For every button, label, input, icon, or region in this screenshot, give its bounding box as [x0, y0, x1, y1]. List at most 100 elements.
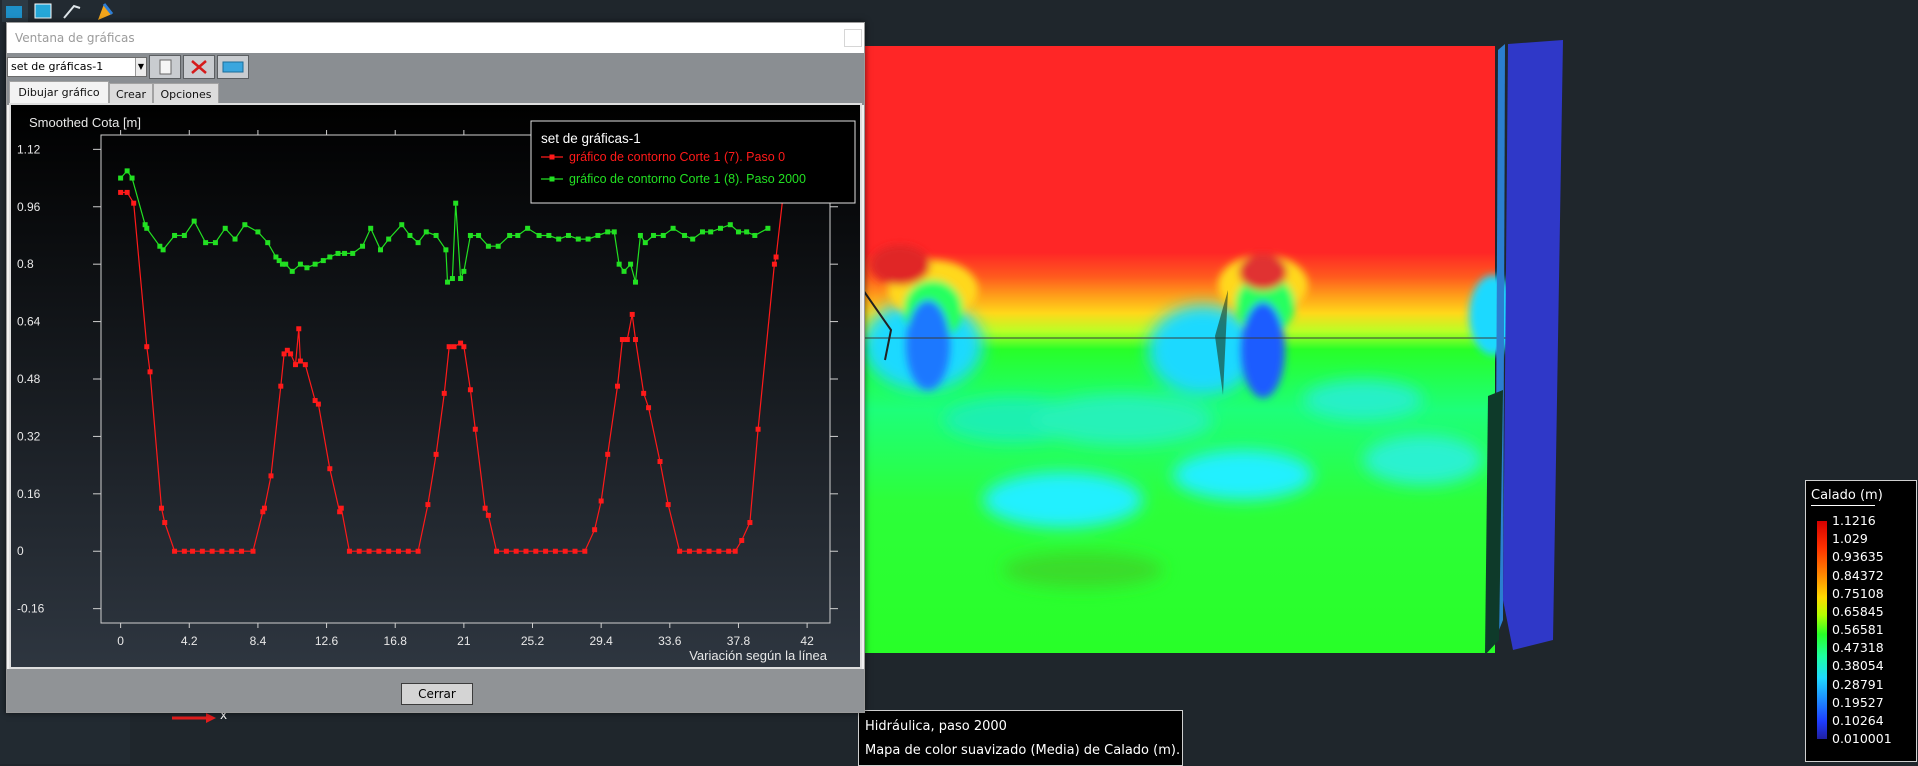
x-tick-label: 16.8 — [384, 634, 408, 648]
legend-tick-label: 0.56581 — [1832, 622, 1884, 637]
rename-set-button[interactable] — [217, 55, 249, 79]
data-point — [449, 276, 455, 282]
contour-surface — [863, 46, 1558, 653]
data-point — [755, 426, 761, 432]
data-point — [376, 548, 382, 554]
graph-set-selector-value: set de gráficas-1 — [11, 60, 104, 73]
data-point — [289, 268, 295, 274]
data-point — [288, 351, 294, 357]
pick-tool-icon[interactable] — [60, 0, 86, 22]
data-point — [118, 189, 124, 195]
data-point — [629, 311, 635, 317]
data-point — [338, 505, 344, 511]
data-point — [144, 344, 150, 350]
data-point — [503, 548, 509, 554]
data-point — [181, 232, 187, 238]
legend-title-underline — [1811, 505, 1875, 506]
data-point — [445, 279, 451, 285]
data-point — [124, 168, 130, 174]
select-tool-icon[interactable] — [2, 0, 28, 22]
chevron-down-icon[interactable]: ▼ — [135, 58, 146, 76]
data-point — [265, 240, 271, 246]
line-chart[interactable]: 0 4.2 8.4 12.6 16.8 21 25.2 29.4 33.6 37.8 42 1.12 0… — [11, 105, 860, 667]
data-point — [525, 225, 531, 231]
legend-entry: gráfico de contorno Corte 1 (8). Paso 20… — [569, 172, 806, 186]
data-point — [616, 261, 622, 267]
data-point — [461, 344, 467, 350]
y-tick-label: 0.8 — [17, 257, 34, 271]
data-point — [552, 548, 558, 554]
data-point — [229, 548, 235, 554]
data-point — [451, 344, 457, 350]
legend-tick-label: 0.10264 — [1832, 712, 1884, 728]
graph-window[interactable]: Ventana de gráficas set de gráficas-1 ▼ … — [6, 22, 865, 713]
window-title: Ventana de gráficas — [15, 31, 135, 45]
data-point — [575, 236, 581, 242]
data-point — [415, 548, 421, 554]
data-point — [433, 232, 439, 238]
data-point — [686, 548, 692, 554]
data-point — [771, 261, 777, 267]
paint-tool-icon[interactable] — [92, 0, 118, 22]
data-point — [255, 229, 261, 235]
legend-title: Calado (m) — [1811, 488, 1883, 503]
x-tick-label: 21 — [457, 634, 471, 648]
data-point — [124, 189, 130, 195]
contour-map-viewport[interactable] — [863, 0, 1918, 764]
legend-tick-label: 1.1216 — [1832, 513, 1876, 528]
data-point — [342, 250, 348, 256]
legend-tick-label: 0.010001 — [1832, 731, 1892, 746]
data-point — [222, 225, 228, 231]
data-point — [443, 247, 449, 253]
delete-set-button[interactable] — [183, 55, 215, 79]
data-point — [441, 390, 447, 396]
data-point — [598, 498, 604, 504]
data-point — [605, 451, 611, 457]
y-tick-label: 0 — [17, 544, 24, 558]
data-point — [700, 229, 706, 235]
data-point — [752, 232, 758, 238]
x-tick-label: 0 — [117, 634, 124, 648]
data-point — [181, 548, 187, 554]
legend-tick-label: 1.029 — [1832, 531, 1868, 547]
data-point — [665, 502, 671, 508]
data-point — [405, 548, 411, 554]
data-point — [632, 279, 638, 285]
window-titlebar[interactable] — [7, 23, 864, 53]
data-point — [682, 232, 688, 238]
data-point — [320, 258, 326, 264]
data-point — [297, 261, 303, 267]
close-button[interactable]: Cerrar — [401, 683, 473, 705]
data-point — [425, 502, 431, 508]
data-point — [423, 229, 429, 235]
y-tick-label: 0.96 — [17, 200, 41, 214]
legend-tick-label: 0.84372 — [1832, 567, 1884, 583]
data-point — [641, 390, 647, 396]
data-point — [611, 229, 617, 235]
new-set-button[interactable] — [149, 55, 181, 79]
graph-set-selector[interactable]: set de gráficas-1 ▼ — [7, 57, 147, 77]
chart-legend-title: set de gráficas-1 — [541, 131, 641, 146]
data-point — [507, 232, 513, 238]
x-tick-label: 12.6 — [315, 634, 339, 648]
data-point — [562, 548, 568, 554]
data-point — [315, 401, 321, 407]
data-point — [346, 548, 352, 554]
data-point — [261, 505, 267, 511]
copy-tool-icon[interactable] — [30, 0, 56, 22]
data-point — [677, 548, 683, 554]
data-point — [556, 236, 562, 242]
data-point — [726, 548, 732, 554]
data-point — [533, 548, 539, 554]
data-point — [278, 383, 284, 389]
data-point — [399, 222, 405, 228]
status-info-box: Hidráulica, paso 2000 Mapa de color suav… — [858, 710, 1183, 766]
legend-tick-label: 0.28791 — [1832, 676, 1884, 692]
data-point — [144, 225, 150, 231]
x-tick-label: 4.2 — [181, 634, 198, 648]
data-point — [415, 240, 421, 246]
chart-legend: set de gráficas-1 gráfico de contorno Co… — [530, 120, 856, 204]
data-point — [690, 236, 696, 242]
data-point — [395, 548, 401, 554]
window-close-button[interactable] — [844, 29, 862, 47]
